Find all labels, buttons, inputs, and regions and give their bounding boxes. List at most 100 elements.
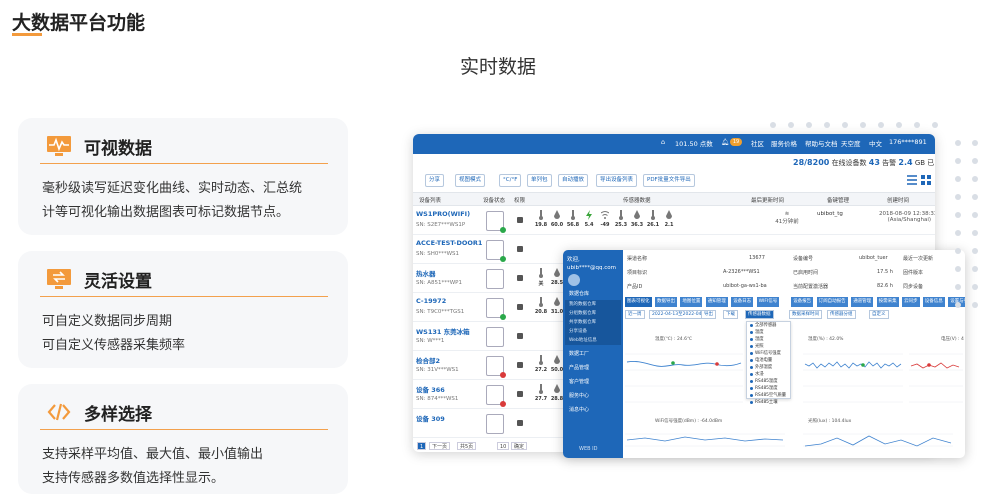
lock-icon xyxy=(517,391,523,397)
detail-tab[interactable]: 云同步 xyxy=(902,297,920,307)
detail-tab[interactable]: 按需采集 xyxy=(876,297,899,307)
points-display[interactable]: 101.50 点数 xyxy=(675,138,713,148)
dropdown-option[interactable]: 湿度 xyxy=(747,336,790,343)
detail-tab[interactable]: 设备日志 xyxy=(731,297,754,307)
device-name-link[interactable]: 检合部2 xyxy=(416,355,440,365)
nav-service-price[interactable]: 服务价格 xyxy=(771,138,797,148)
decorative-dot xyxy=(972,176,978,182)
light-chart[interactable] xyxy=(803,426,953,456)
column-header[interactable]: 最后更新时间 xyxy=(751,196,784,204)
filter-button[interactable]: 传感器分组 xyxy=(827,310,856,319)
filter-button[interactable]: 数据采样时间 xyxy=(789,310,822,319)
humidity-chart[interactable] xyxy=(803,344,903,408)
temperature-chart[interactable] xyxy=(625,344,743,408)
dropdown-option[interactable]: 全部传感器 xyxy=(747,322,790,329)
sensor-select-dropdown[interactable]: 全部传感器 温度 湿度 光照 WiFi信号强度 电池电量 外部温度 水浸 RS485温度 RS48… xyxy=(746,321,791,405)
user-menu[interactable]: 176****891 xyxy=(889,138,927,146)
dropdown-option[interactable]: RS485湿度 xyxy=(747,385,790,392)
device-name-link[interactable]: 设备 366 xyxy=(416,384,445,394)
bell-icon[interactable]: 🔔︎ xyxy=(721,138,729,146)
next-page-button[interactable]: 下一页 xyxy=(429,442,451,450)
decorative-dot xyxy=(972,158,978,164)
column-header[interactable]: 设备列表 xyxy=(419,196,441,204)
alias-cell[interactable]: ubibot_tg xyxy=(817,211,843,217)
dropdown-option[interactable]: 电池电量 xyxy=(747,357,790,364)
share-button[interactable]: 分享 xyxy=(425,174,445,187)
unit-toggle-button[interactable]: °C/°F xyxy=(499,174,522,187)
decorative-dot xyxy=(878,122,884,128)
sidebar-item-customers[interactable]: 客户管理 xyxy=(565,378,621,387)
nav-community[interactable]: 社区 xyxy=(751,138,764,148)
device-name-link[interactable]: WS1PRO(WIFI) xyxy=(416,210,470,218)
language-select[interactable]: 中文 xyxy=(869,138,882,148)
sensor-icon xyxy=(539,210,543,220)
humidity-chart-svg xyxy=(803,353,903,403)
grid-view-icon[interactable] xyxy=(921,175,931,185)
submenu-item[interactable]: 分享设备 xyxy=(565,327,621,336)
dropdown-option[interactable]: 水浸 xyxy=(747,371,790,378)
column-header[interactable]: 设备状态 xyxy=(483,196,505,204)
detail-tab[interactable]: 设备报告 xyxy=(791,297,814,307)
device-name-link[interactable]: ACCE-TEST-DOOR1 xyxy=(416,239,482,247)
detail-tab[interactable]: WIFI信号 xyxy=(756,297,780,307)
filter-button[interactable]: 自定义 xyxy=(869,310,889,319)
sensor-reading: -49 xyxy=(597,210,613,228)
dropdown-option[interactable]: RS485空气质量 xyxy=(747,392,790,399)
sidebar-item-service[interactable]: 服务中心 xyxy=(565,392,621,401)
detail-tab[interactable]: 通知管理 xyxy=(705,297,728,307)
jump-button[interactable]: 确定 xyxy=(511,442,528,450)
filter-button[interactable]: 传感器数据 xyxy=(745,310,774,319)
list-view-icon[interactable] xyxy=(907,175,917,185)
table-row[interactable]: WS1PRO(WIFI) SN: S2E7***WS1P 19.8 60.0 56.8 5… xyxy=(413,207,935,235)
detail-tab[interactable]: 订阅自动报告 xyxy=(816,297,848,307)
submenu-item[interactable]: 分组数据仓库 xyxy=(565,309,621,318)
decorative-dot xyxy=(972,194,978,200)
device-name-link[interactable]: WS131 东莞冰箱 xyxy=(416,326,470,336)
single-column-button[interactable]: 单列包 xyxy=(527,174,552,187)
dropdown-option[interactable]: 温度 xyxy=(747,329,790,336)
nav-help-docs[interactable]: 帮助与文档 xyxy=(805,138,838,148)
detail-tab[interactable]: 设备信息 xyxy=(922,297,945,307)
sidebar-item-data-warehouse[interactable]: 数据仓库 xyxy=(565,290,621,299)
page-current[interactable]: 1 xyxy=(417,442,427,450)
filter-button[interactable]: 近一周 xyxy=(625,310,645,319)
detail-tab[interactable]: 数据导出 xyxy=(655,297,677,307)
wifi-chart[interactable] xyxy=(625,426,785,456)
autoplay-button[interactable]: 自动播放 xyxy=(558,174,589,187)
submenu-item[interactable]: 我的数据仓库 xyxy=(565,300,621,309)
sidebar-item-messages[interactable]: 消息中心 xyxy=(565,406,621,415)
export-list-button[interactable]: 导出设备列表 xyxy=(596,174,638,187)
dropdown-option[interactable]: RS485土壤 xyxy=(747,399,790,406)
dropdown-option[interactable]: RS485温度 xyxy=(747,378,790,385)
page-input[interactable]: 10 xyxy=(497,442,510,450)
sensor-icon xyxy=(554,355,560,364)
device-name-link[interactable]: C-19972 xyxy=(416,297,446,305)
detail-tab[interactable]: 通道管理 xyxy=(851,297,874,307)
dropdown-option[interactable]: 光照 xyxy=(747,343,790,350)
home-icon[interactable]: ⌂ xyxy=(661,138,665,146)
sidebar-item-data-factory[interactable]: 数据工厂 xyxy=(565,350,621,359)
dropdown-option[interactable]: WiFi信号强度 xyxy=(747,350,790,357)
sidebar-item-products[interactable]: 产品管理 xyxy=(565,364,621,373)
device-name-link[interactable]: 热水器 xyxy=(416,268,436,278)
decorative-dot xyxy=(896,122,902,128)
submenu-item[interactable]: 共享数据仓库 xyxy=(565,318,621,327)
nav-weather[interactable]: 天空度 xyxy=(841,138,861,148)
detail-tab[interactable]: 地图位置 xyxy=(680,297,703,307)
detail-tab[interactable]: 图表可视化 xyxy=(625,297,652,307)
filter-button[interactable]: 导出 xyxy=(701,310,716,319)
device-name-link[interactable]: 设备 309 xyxy=(416,413,445,423)
notification-badge: 19 xyxy=(730,138,742,146)
decorative-dot xyxy=(955,266,961,272)
view-mode-button[interactable]: 视图模式 xyxy=(455,174,486,187)
submenu-item[interactable]: Web地址信息 xyxy=(565,336,621,345)
filter-button[interactable]: 下载 xyxy=(723,310,738,319)
dropdown-option[interactable]: 外部温度 xyxy=(747,364,790,371)
column-header[interactable]: 备键管理 xyxy=(827,196,849,204)
voltage-chart[interactable] xyxy=(909,344,963,408)
pdf-export-button[interactable]: PDF批量文件导出 xyxy=(643,174,695,187)
sensor-icon xyxy=(554,268,560,277)
feature-card-multiple-choice: 多样选择 支持采样平均值、最大值、最小值输出 支持传感器多数值选择性显示。 xyxy=(18,384,348,494)
column-header[interactable]: 创建时间 xyxy=(887,196,909,204)
avatar[interactable] xyxy=(568,274,580,286)
